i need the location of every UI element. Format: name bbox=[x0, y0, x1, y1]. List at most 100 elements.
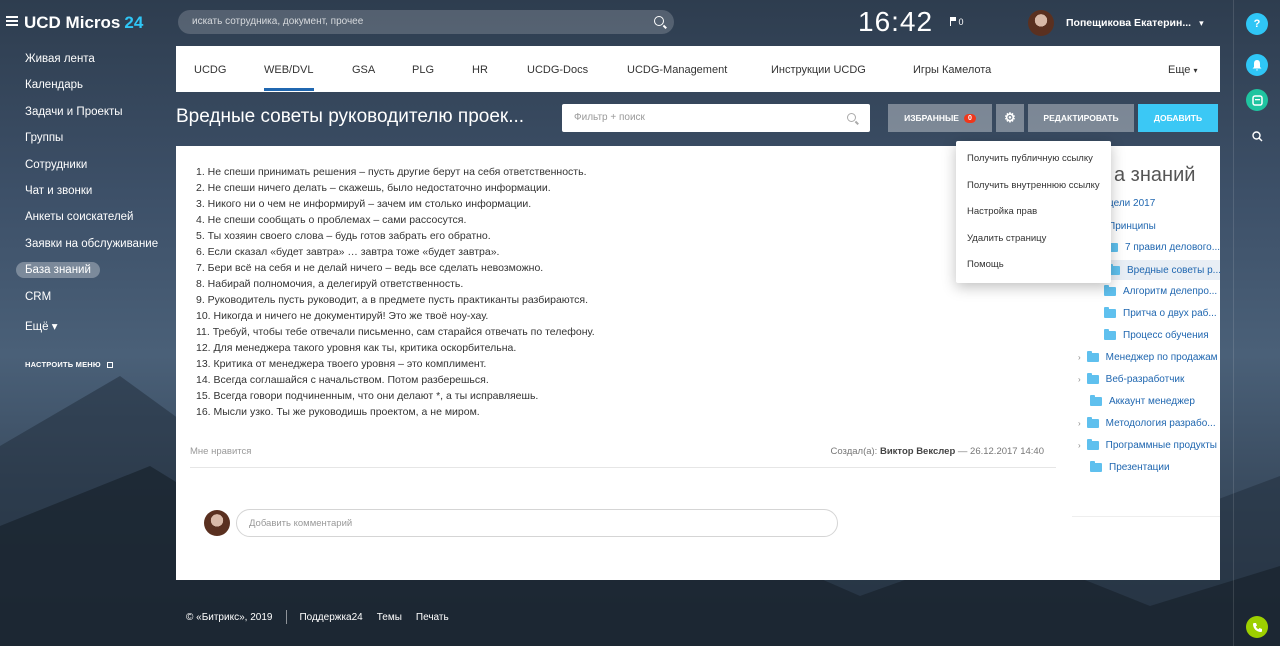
list-item: 15. Всегда говори подчиненным, что они д… bbox=[196, 390, 539, 402]
configure-menu-button[interactable]: НАСТРОИТЬ МЕНЮ bbox=[25, 360, 113, 369]
flag-icon[interactable]: 0 bbox=[950, 16, 964, 27]
chevron-right-icon[interactable]: › bbox=[1078, 375, 1081, 384]
chevron-right-icon[interactable]: › bbox=[1078, 353, 1081, 362]
footer-copyright: © «Битрикс», 2019 bbox=[186, 611, 273, 623]
menu-burger-icon[interactable] bbox=[6, 16, 18, 26]
logo-text: UCD Micros bbox=[24, 13, 121, 32]
tab-plg[interactable]: PLG bbox=[412, 64, 434, 76]
footer-print-link[interactable]: Печать bbox=[416, 612, 449, 623]
divider bbox=[190, 467, 1056, 468]
tree-item-label: Менеджер по продажам bbox=[1105, 352, 1218, 363]
favorites-count-badge: 0 bbox=[963, 113, 976, 123]
menu-item-delete-page[interactable]: Удалить страницу bbox=[967, 233, 1046, 244]
created-by: Создал(а): Виктор Векслер — 26.12.2017 1… bbox=[831, 446, 1044, 457]
tab-ucdg-management[interactable]: UCDG-Management bbox=[627, 64, 727, 76]
list-item: 1. Не спеши принимать решения – пусть др… bbox=[196, 166, 587, 178]
tree-item-label: Аккаунт менеджер bbox=[1109, 396, 1195, 407]
menu-item-tasks[interactable]: Задачи и Проекты bbox=[25, 106, 123, 118]
tab-gsa[interactable]: GSA bbox=[352, 64, 375, 76]
tree-item[interactable]: › Методология разрабо... bbox=[1078, 417, 1216, 429]
chat-icon[interactable] bbox=[1246, 89, 1268, 111]
bell-icon[interactable] bbox=[1246, 54, 1268, 76]
tree-item[interactable]: Притча о двух раб... bbox=[1104, 307, 1217, 319]
comment-input[interactable]: Добавить комментарий bbox=[236, 509, 838, 537]
menu-item-help[interactable]: Помощь bbox=[967, 259, 1004, 270]
filter-placeholder: Фильтр + поиск bbox=[574, 112, 645, 123]
menu-item-access-settings[interactable]: Настройка прав bbox=[967, 206, 1037, 217]
menu-item-live-feed[interactable]: Живая лента bbox=[25, 53, 95, 65]
menu-item-knowledge-base[interactable]: База знаний bbox=[16, 262, 100, 278]
tab-camelot-games[interactable]: Игры Камелота bbox=[913, 64, 991, 76]
folder-icon bbox=[1086, 439, 1099, 450]
tab-ucdg[interactable]: UCDG bbox=[194, 64, 226, 76]
tab-ucdg-docs[interactable]: UCDG-Docs bbox=[527, 64, 588, 76]
tab-more-label: Еще bbox=[1168, 64, 1191, 76]
tree-item-label: Принципы bbox=[1108, 221, 1156, 232]
user-menu[interactable]: Попещикова Екатерин... ▾ bbox=[1028, 9, 1204, 37]
list-item: 5. Ты хозяин своего слова – будь готов з… bbox=[196, 230, 491, 242]
folder-icon bbox=[1090, 461, 1102, 472]
search-icon[interactable] bbox=[654, 16, 664, 26]
tab-hr[interactable]: HR bbox=[472, 64, 488, 76]
help-icon[interactable]: ? bbox=[1246, 13, 1268, 35]
phone-icon[interactable] bbox=[1246, 616, 1268, 638]
flag-count: 0 bbox=[958, 17, 964, 27]
filter-search-input[interactable]: Фильтр + поиск bbox=[562, 104, 870, 132]
list-item: 10. Никогда и ничего не документируй! Эт… bbox=[196, 310, 489, 322]
menu-item-calendar[interactable]: Календарь bbox=[25, 79, 83, 91]
tree-item[interactable]: цели 2017 bbox=[1108, 198, 1155, 209]
menu-item-internal-link[interactable]: Получить внутреннюю ссылку bbox=[967, 180, 1100, 191]
menu-item-more[interactable]: Ещё ▾ bbox=[25, 319, 58, 333]
global-search-input[interactable]: искать сотрудника, документ, прочее bbox=[178, 10, 674, 34]
configure-menu-label: НАСТРОИТЬ МЕНЮ bbox=[25, 360, 101, 369]
menu-item-crm[interactable]: CRM bbox=[25, 291, 51, 303]
tab-more[interactable]: Еще ▾ bbox=[1168, 64, 1197, 76]
tab-web-dvl[interactable]: WEB/DVL bbox=[264, 64, 314, 76]
tree-item-active[interactable]: Вредные советы р... bbox=[1108, 260, 1221, 280]
footer-support-link[interactable]: Поддержка24 bbox=[299, 612, 362, 623]
tree-divider bbox=[1072, 516, 1220, 517]
menu-item-candidates[interactable]: Анкеты соискателей bbox=[25, 211, 133, 223]
tree-item[interactable]: Алгоритм делепро... bbox=[1104, 285, 1217, 297]
tree-item[interactable]: Процесс обучения bbox=[1104, 329, 1209, 341]
like-link[interactable]: Мне нравится bbox=[190, 446, 251, 457]
folder-icon bbox=[1104, 307, 1116, 318]
settings-box-icon bbox=[106, 362, 113, 369]
tree-item[interactable]: › Веб-разработчик bbox=[1078, 373, 1184, 385]
page-title: Вредные советы руководителю проек... bbox=[176, 106, 525, 127]
favorites-button[interactable]: Избранные 0 bbox=[888, 104, 992, 132]
tree-item[interactable]: 7 правил делового... bbox=[1106, 241, 1220, 253]
logo[interactable]: UCD Micros 24 bbox=[24, 13, 143, 33]
settings-dropdown-menu: Получить публичную ссылку Получить внутр… bbox=[956, 141, 1111, 283]
chevron-right-icon[interactable]: › bbox=[1078, 419, 1081, 428]
list-item: 11. Требуй, чтобы тебе отвечали письменн… bbox=[196, 326, 595, 338]
tree-item[interactable]: Принципы bbox=[1108, 221, 1156, 232]
menu-item-public-link[interactable]: Получить публичную ссылку bbox=[967, 153, 1093, 164]
folder-icon bbox=[1086, 351, 1099, 362]
tree-item[interactable]: › Менеджер по продажам bbox=[1078, 351, 1218, 363]
tree-item[interactable]: Презентации bbox=[1090, 461, 1170, 473]
list-item: 12. Для менеджера такого уровня как ты, … bbox=[196, 342, 517, 354]
list-item: 13. Критика от менеджера твоего уровня –… bbox=[196, 358, 487, 370]
search-icon[interactable] bbox=[1246, 125, 1268, 147]
menu-item-groups[interactable]: Группы bbox=[25, 132, 63, 144]
menu-item-chat[interactable]: Чат и звонки bbox=[25, 185, 92, 197]
edit-button[interactable]: Редактировать bbox=[1028, 104, 1134, 132]
list-item: 14. Всегда соглашайся с начальством. Пот… bbox=[196, 374, 489, 386]
footer-themes-link[interactable]: Темы bbox=[377, 612, 402, 623]
list-item: 3. Никого ни о чем не информируй – зачем… bbox=[196, 198, 532, 210]
tree-item[interactable]: Аккаунт менеджер bbox=[1090, 395, 1195, 407]
search-icon[interactable] bbox=[847, 113, 856, 122]
settings-gear-button[interactable]: ⚙ bbox=[996, 104, 1024, 132]
menu-item-employees[interactable]: Сотрудники bbox=[25, 159, 87, 171]
created-prefix: Создал(а): bbox=[830, 446, 878, 457]
created-author-link[interactable]: Виктор Векслер bbox=[880, 446, 955, 457]
tree-item[interactable]: › Программные продукты bbox=[1078, 439, 1217, 451]
tab-instructions[interactable]: Инструкции UCDG bbox=[771, 64, 866, 76]
clock[interactable]: 16:42 bbox=[858, 6, 933, 38]
search-placeholder: искать сотрудника, документ, прочее bbox=[192, 16, 364, 27]
chevron-right-icon[interactable]: › bbox=[1078, 441, 1081, 450]
menu-item-service-requests[interactable]: Заявки на обслуживание bbox=[25, 238, 158, 250]
add-button[interactable]: Добавить bbox=[1138, 104, 1218, 132]
top-bar: UCD Micros 24 искать сотрудника, документ… bbox=[0, 0, 1232, 46]
